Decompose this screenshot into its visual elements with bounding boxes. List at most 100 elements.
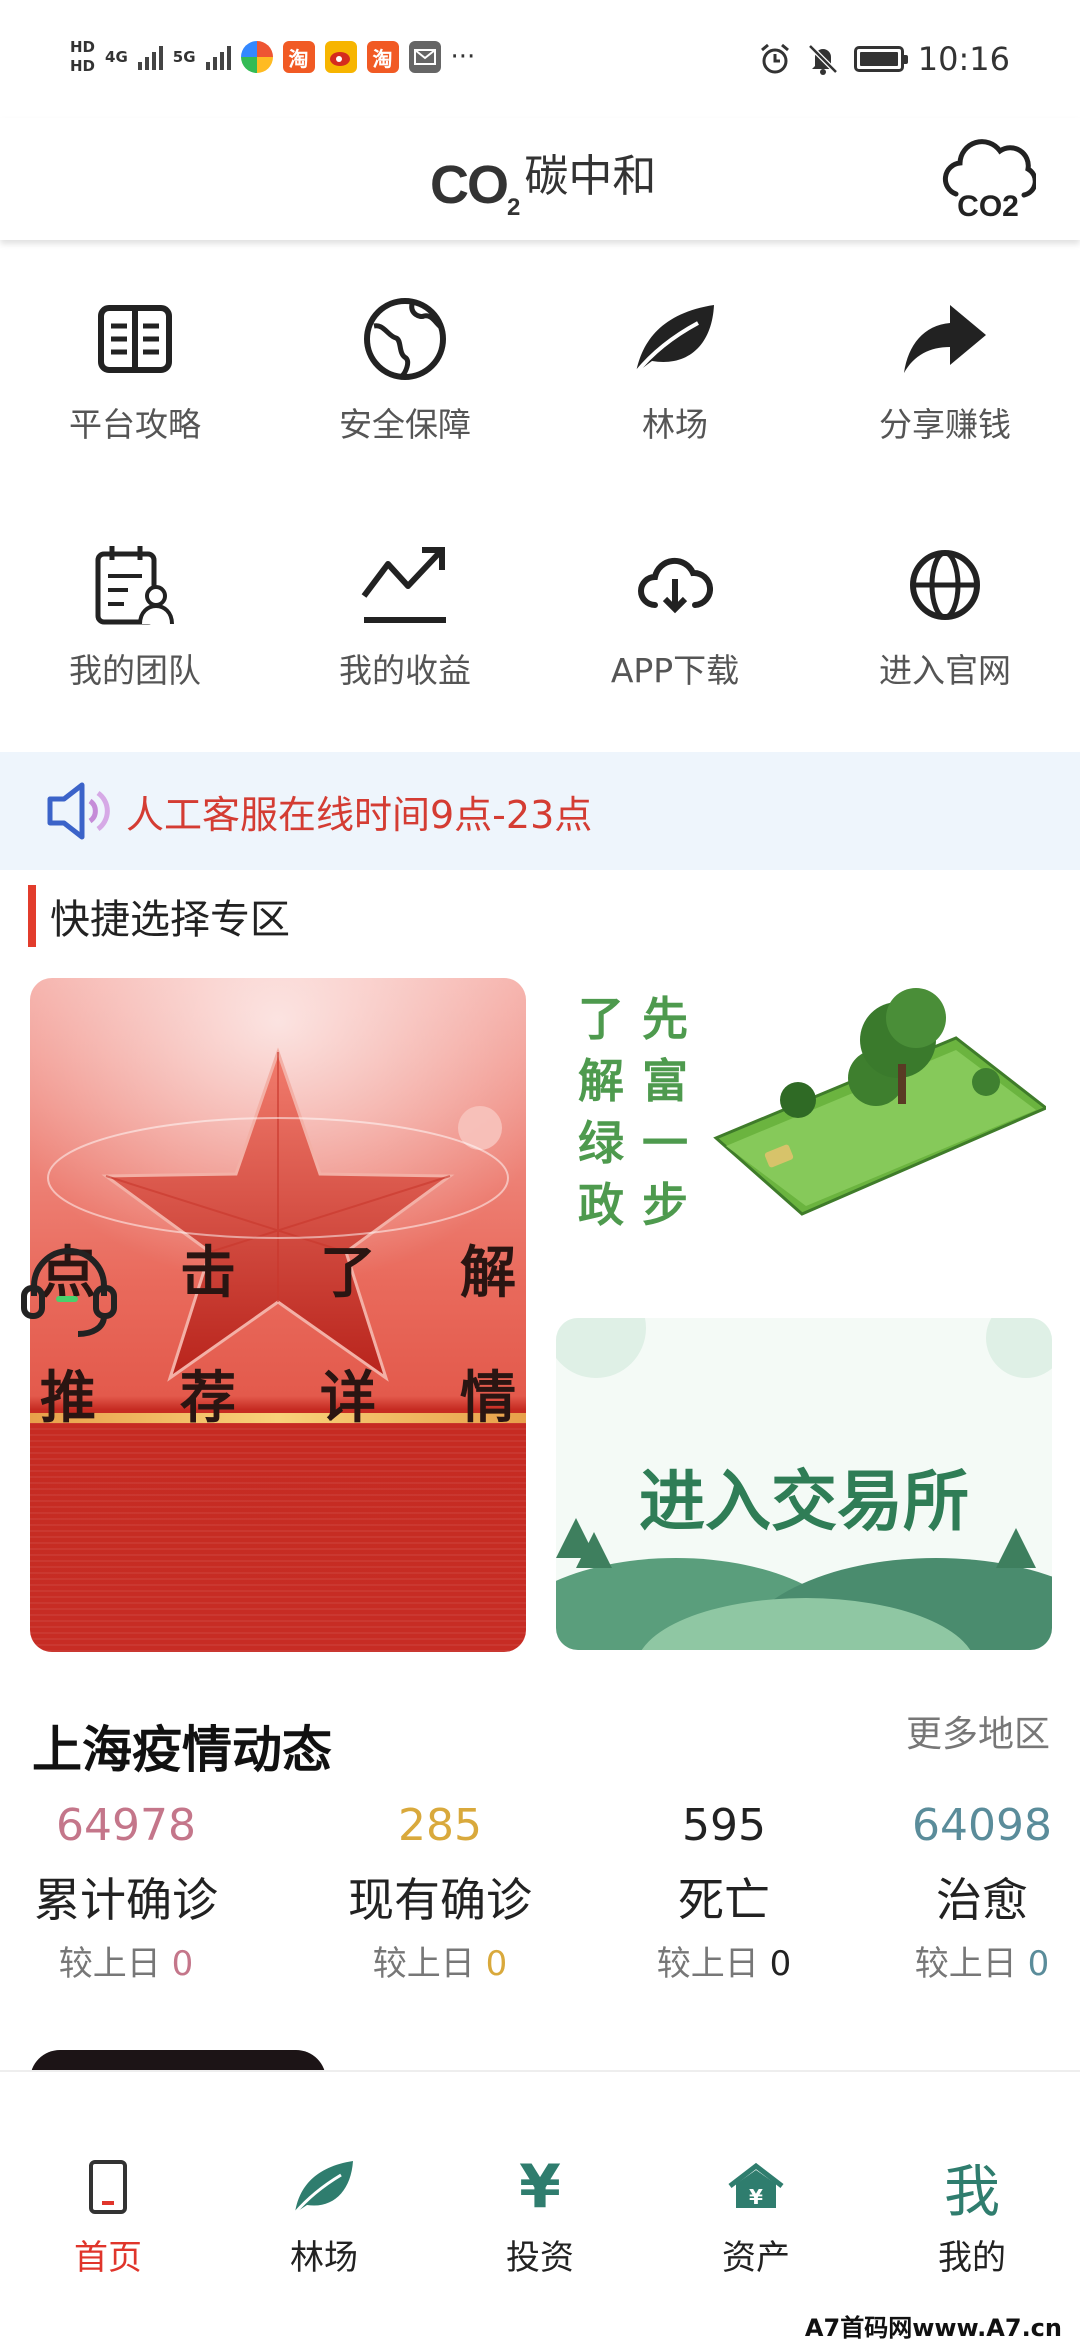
nav-label: 我的 — [938, 2238, 1006, 2278]
banner-line-2: 推 荐 详 情 — [30, 1353, 526, 1434]
red-star-icon — [30, 978, 526, 1418]
compare-label: 较上日 — [656, 1944, 759, 1984]
menu-platform-guide[interactable]: 平台攻略 — [0, 270, 270, 516]
banner-char: 解 — [460, 1241, 516, 1306]
vertical-text-2: 先富一步 — [642, 992, 688, 1232]
menu-official-site[interactable]: 进入官网 — [810, 516, 1080, 762]
bottom-nav: 首页 林场 ¥ 投资 ¥ 资产 我 我的 — [0, 2070, 1080, 2340]
menu-forest[interactable]: 林场 — [540, 270, 810, 516]
share-arrow-icon — [900, 294, 990, 384]
menu-share-earn[interactable]: 分享赚钱 — [810, 270, 1080, 516]
web-globe-icon — [900, 540, 990, 630]
signal-icon — [137, 44, 163, 70]
banner-char: 荐 — [180, 1366, 236, 1431]
menu-label: 安全保障 — [339, 405, 471, 444]
covid-stats: 64978 累计确诊 较上日 0 285 现有确诊 较上日 0 595 死亡 较… — [0, 1800, 1080, 2000]
exchange-banner[interactable]: 进入交易所 — [556, 1318, 1052, 1650]
nav-home[interactable]: 首页 — [0, 2072, 216, 2340]
exchange-title: 进入交易所 — [639, 1463, 969, 1540]
stat-value: 285 — [398, 1800, 482, 1851]
stat-delta: 0 — [769, 1944, 792, 1984]
house-yen-glyph: ¥ — [749, 2185, 763, 2209]
compare-label: 较上日 — [58, 1944, 161, 1984]
status-right: 10:16 — [758, 40, 1010, 78]
nav-me[interactable]: 我 我的 — [864, 2072, 1080, 2340]
stat-delta: 0 — [171, 1944, 194, 1984]
nav-invest[interactable]: ¥ 投资 — [432, 2072, 648, 2340]
nav-forest[interactable]: 林场 — [216, 2072, 432, 2340]
leaf-nav-icon — [289, 2152, 359, 2222]
notice-text: 人工客服在线时间9点-23点 — [126, 792, 593, 837]
nav-label: 投资 — [506, 2238, 574, 2278]
menu-label: 我的团队 — [69, 651, 201, 690]
section-accent-bar — [28, 885, 36, 947]
notice-bar[interactable]: 人工客服在线时间9点-23点 — [0, 752, 1080, 870]
customer-service-headset-icon[interactable] — [18, 1240, 120, 1342]
book-icon — [90, 294, 180, 384]
menu-app-download[interactable]: APP下载 — [540, 516, 810, 762]
stat-total-confirmed: 64978 累计确诊 较上日 0 — [0, 1800, 256, 1985]
taobao-icon-2: 淘 — [366, 41, 399, 73]
battery-icon — [853, 46, 908, 72]
page-title: 碳中和 — [524, 151, 657, 202]
speaker-icon — [47, 782, 110, 840]
banner-char: 情 — [460, 1366, 516, 1431]
stat-value: 64098 — [912, 1800, 1052, 1851]
banner-char: 击 — [180, 1241, 236, 1306]
stat-delta: 0 — [1027, 1944, 1050, 1984]
section-title-text: 快捷选择专区 — [50, 897, 290, 943]
app-header: CO2 碳中和 CO2 — [0, 118, 1080, 240]
yen-glyph: ¥ — [519, 2152, 561, 2222]
hd-indicator: HD HD — [70, 38, 95, 76]
leaf-icon — [630, 294, 720, 384]
banner-char: 了 — [320, 1241, 376, 1306]
status-left: HD HD 4G 5G 淘 淘 ··· — [70, 38, 475, 76]
app-notify-icon — [240, 41, 273, 73]
house-yen-icon: ¥ — [721, 2152, 791, 2222]
nav-label: 首页 — [74, 2238, 142, 2278]
net2-text: 5G — [172, 48, 196, 66]
menu-my-earnings[interactable]: 我的收益 — [270, 516, 540, 762]
cloud-download-icon — [630, 540, 720, 630]
mute-bell-icon — [808, 44, 838, 75]
brand-logo: CO2 碳中和 — [430, 140, 656, 222]
covid-title: 上海疫情动态 — [32, 1721, 332, 1779]
banner-stripes — [30, 1423, 526, 1652]
menu-label: 平台攻略 — [69, 405, 201, 444]
watermark: A7首码网www.A7.cn — [800, 2308, 1066, 2340]
hd2-text: HD — [70, 57, 96, 75]
menu-security[interactable]: 安全保障 — [270, 270, 540, 516]
quick-menu: 平台攻略 安全保障 林场 分享赚钱 我的团队 我的收益 APP下载 进入官网 — [0, 270, 1080, 762]
compare-label: 较上日 — [914, 1944, 1017, 1984]
team-icon — [90, 540, 180, 630]
stat-current-confirmed: 285 现有确诊 较上日 0 — [310, 1800, 570, 1985]
phone-home-icon — [73, 2152, 143, 2222]
status-bar: HD HD 4G 5G 淘 淘 ··· 10:16 — [0, 0, 1080, 118]
stat-compare: 较上日 0 — [852, 1936, 1080, 1985]
green-card-icon — [713, 988, 1046, 1216]
yen-icon: ¥ — [505, 2152, 575, 2222]
stat-label: 现有确诊 — [348, 1873, 532, 1927]
trend-icon — [360, 540, 450, 630]
vertical-text-1: 了解绿政 — [578, 992, 624, 1232]
weibo-icon — [324, 41, 357, 73]
more-regions-link[interactable]: 更多地区 — [906, 1705, 1050, 1757]
stat-label: 累计确诊 — [34, 1873, 218, 1927]
menu-label: 进入官网 — [879, 651, 1011, 690]
green-policy-banner[interactable]: 了解绿政 先富一步 — [556, 978, 1052, 1300]
stat-delta: 0 — [485, 1944, 508, 1984]
banner-char: 推 — [40, 1366, 96, 1431]
net1-text: 4G — [105, 48, 128, 66]
nav-label: 林场 — [290, 2238, 358, 2278]
signal-icon-2 — [205, 44, 231, 70]
cloud-co2-icon[interactable]: CO2 — [940, 124, 1036, 224]
menu-my-team[interactable]: 我的团队 — [0, 516, 270, 762]
more-notifications-text: ··· — [450, 42, 476, 72]
co2-sub: 2 — [507, 194, 520, 221]
menu-label: 林场 — [642, 405, 708, 444]
co2-text: CO — [430, 155, 509, 216]
compare-label: 较上日 — [372, 1944, 475, 1984]
nav-assets[interactable]: ¥ 资产 — [648, 2072, 864, 2340]
nav-label: 资产 — [722, 2238, 790, 2278]
stat-label: 死亡 — [678, 1873, 770, 1927]
